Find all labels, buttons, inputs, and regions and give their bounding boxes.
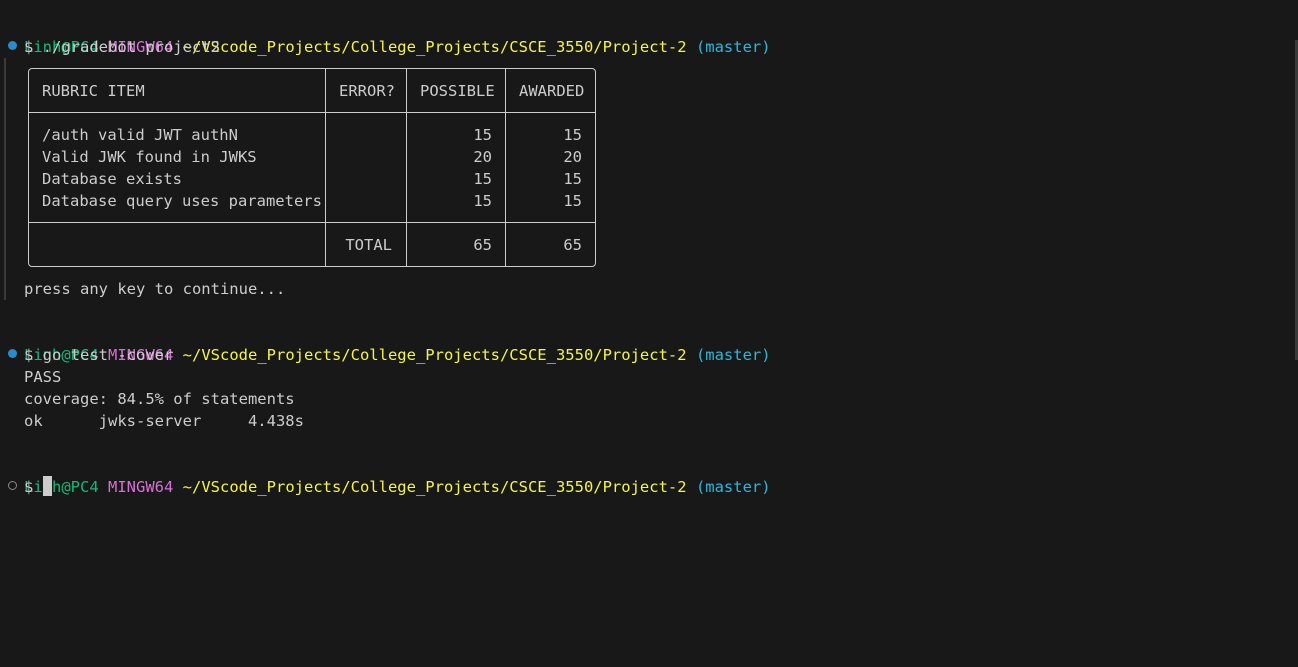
table-row-awarded: 15 [563, 170, 582, 188]
header-awarded: AWARDED [519, 82, 585, 100]
prompt-symbol: $ [24, 478, 43, 496]
ok-output: ok jwks-server 4.438s [24, 412, 304, 430]
prompt-env: MINGW64 [108, 478, 174, 496]
prompt-line: Linh@PC4 MINGW64 ~/VScode_Projects/Colle… [24, 454, 771, 496]
total-label: TOTAL [345, 236, 392, 254]
total-possible: 65 [473, 236, 492, 254]
coverage-output: coverage: 84.5% of statements [24, 390, 295, 408]
prompt-branch: (master) [695, 38, 771, 56]
table-row-possible: 15 [473, 192, 492, 210]
command-pending-icon[interactable] [8, 481, 17, 490]
test-pass-output: PASS [24, 368, 62, 386]
command-success-icon[interactable] [8, 349, 17, 358]
table-row-item: /auth valid JWT authN [42, 126, 238, 144]
command-success-icon[interactable] [8, 41, 17, 50]
prompt-branch: (master) [695, 478, 771, 496]
table-row-possible: 20 [473, 148, 492, 166]
text-cursor [42, 476, 52, 496]
table-row-item: Database query uses parameters [42, 192, 322, 210]
active-command-line[interactable]: $ [24, 476, 52, 498]
header-error: ERROR? [339, 82, 395, 100]
command-line: $ ./gradebot project2 [24, 38, 220, 56]
table-row-awarded: 20 [563, 148, 582, 166]
table-row-awarded: 15 [563, 192, 582, 210]
table-row-item: Database exists [42, 170, 182, 188]
prompt-path: ~/VScode_Projects/College_Projects/CSCE_… [182, 478, 687, 496]
command-group-bar [4, 58, 6, 300]
header-possible: POSSIBLE [420, 82, 495, 100]
prompt-line: Linh@PC4 MINGW64 ~/VScode_Projects/Colle… [24, 14, 771, 56]
prompt-branch: (master) [695, 346, 771, 364]
total-awarded: 65 [563, 236, 582, 254]
table-row-awarded: 15 [563, 126, 582, 144]
rubric-table: RUBRIC ITEM ERROR? POSSIBLE AWARDED /aut… [28, 68, 596, 267]
continue-message: press any key to continue... [24, 280, 286, 298]
table-row-possible: 15 [473, 126, 492, 144]
header-rubric-item: RUBRIC ITEM [42, 82, 145, 100]
prompt-path: ~/VScode_Projects/College_Projects/CSCE_… [182, 346, 687, 364]
prompt-line: Linh@PC4 MINGW64 ~/VScode_Projects/Colle… [24, 322, 771, 364]
table-row-item: Valid JWK found in JWKS [42, 148, 257, 166]
table-row-possible: 15 [473, 170, 492, 188]
prompt-path: ~/VScode_Projects/College_Projects/CSCE_… [182, 38, 687, 56]
command-line: $ go test -cover [24, 346, 174, 364]
